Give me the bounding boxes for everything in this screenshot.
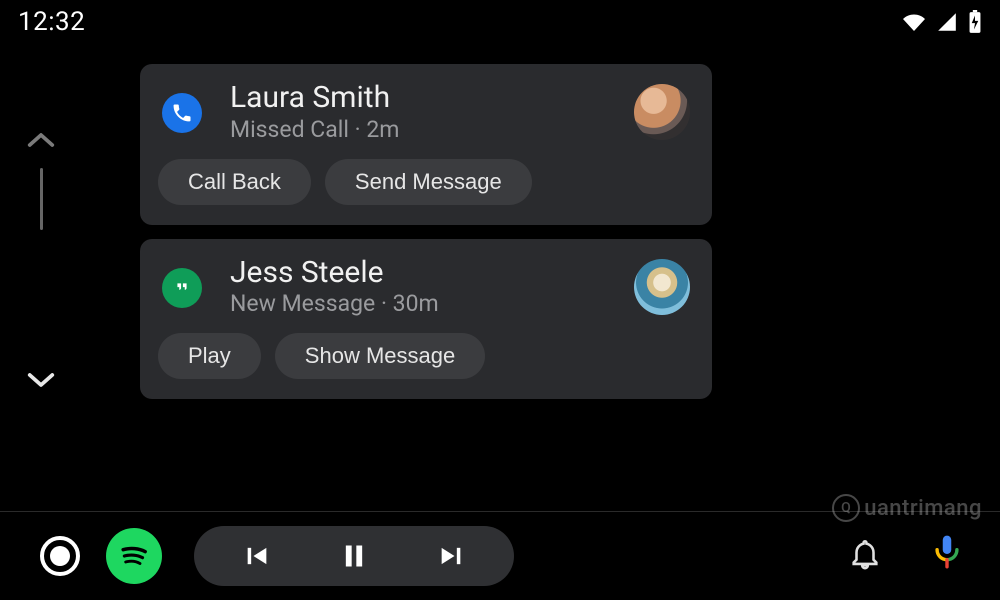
call-back-button[interactable]: Call Back [158,159,311,205]
phone-icon [162,93,202,133]
notifications-button[interactable] [848,537,882,575]
wifi-icon [902,11,926,33]
notification-title: Jess Steele [230,257,634,289]
media-controls [194,526,514,586]
notification-subtitle: New Message · 30m [230,290,634,317]
hangouts-icon [162,268,202,308]
launcher-button[interactable] [40,536,80,576]
play-button[interactable]: Play [158,333,261,379]
notification-card[interactable]: Laura Smith Missed Call · 2m Call Back S… [140,64,712,225]
status-icons [902,10,982,34]
chevron-up-icon[interactable] [26,130,56,154]
battery-icon [968,10,982,34]
notification-list: Laura Smith Missed Call · 2m Call Back S… [140,64,712,399]
notification-card[interactable]: Jess Steele New Message · 30m Play Show … [140,239,712,400]
avatar [634,259,690,315]
scroll-track [40,168,43,230]
send-message-button[interactable]: Send Message [325,159,532,205]
cellular-icon [936,11,958,33]
avatar [634,84,690,140]
voice-assistant-button[interactable] [930,534,964,578]
pause-button[interactable] [340,541,368,571]
chevron-down-icon[interactable] [26,370,56,394]
status-time: 12:32 [18,7,85,37]
bottom-bar [0,512,1000,600]
spotify-icon[interactable] [106,528,162,584]
status-bar: 12:32 [0,0,1000,44]
previous-track-button[interactable] [242,542,272,570]
scroll-indicator [26,130,56,394]
notification-title: Laura Smith [230,82,634,114]
show-message-button[interactable]: Show Message [275,333,485,379]
next-track-button[interactable] [436,542,466,570]
notification-subtitle: Missed Call · 2m [230,116,634,143]
